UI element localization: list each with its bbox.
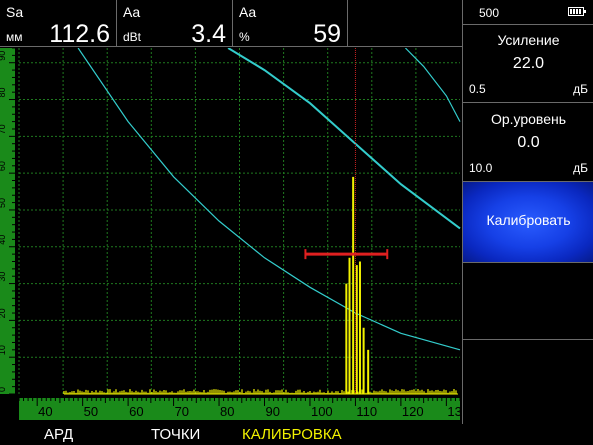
tab-ard[interactable]: АРД: [44, 426, 73, 443]
amplitude-scale: 0 10 20 30 40 50 60 70 80 90: [0, 48, 15, 395]
tab-calibration[interactable]: КАЛИБРОВКА: [242, 426, 342, 443]
readout-unit: dBt: [123, 30, 142, 44]
amplitude-tick-label: 90: [0, 51, 7, 61]
depth-tick-label: 40: [38, 404, 52, 419]
tab-points[interactable]: ТОЧКИ: [151, 426, 200, 443]
readout-label: Aa: [123, 4, 141, 20]
gain-step: 0.5: [469, 82, 486, 96]
depth-tick-label: 90: [266, 404, 280, 419]
amplitude-tick-label: 20: [0, 308, 7, 318]
noise-baseline: [63, 389, 457, 394]
gain-title: Усиление: [497, 32, 560, 48]
readout-aa-dbt: Aa dBt 3.4: [117, 0, 233, 48]
readout-aa-percent: Aa % 59: [233, 0, 348, 48]
battery-icon: [568, 7, 586, 16]
depth-tick-label: 100: [311, 404, 333, 419]
readout-value: 59: [313, 20, 341, 48]
gain-value: 22.0: [512, 55, 545, 72]
gate[interactable]: [304, 249, 389, 260]
chart-grid: [18, 48, 460, 394]
dac-curves: [77, 48, 461, 351]
amplitude-tick-label: 0: [0, 387, 7, 392]
depth-tick-label: 130: [447, 404, 462, 419]
readout-label: Sa: [6, 4, 24, 20]
depth-tick-label: 60: [129, 404, 143, 419]
depth-tick-label: 70: [175, 404, 189, 419]
settings-panel: 500 Усиление 22.0 0.5 дБ Ор.уровень 0.0 …: [462, 0, 593, 424]
depth-tick-label: 80: [220, 404, 234, 419]
dac-curve: [227, 48, 461, 230]
echo-peaks: [345, 176, 370, 394]
readout-value: 3.4: [191, 20, 226, 48]
status-header: 500: [463, 0, 593, 25]
readouts-bar: Sa мм 112.6 Aa dBt 3.4 Aa % 59: [0, 0, 462, 48]
empty-slot[interactable]: [463, 262, 593, 340]
noise-trace: [63, 389, 458, 395]
header-value: 500: [479, 6, 500, 20]
readout-empty: [348, 0, 462, 47]
ref-level-title: Ор.уровень: [490, 111, 567, 127]
calibrate-label: Калибровать: [486, 212, 571, 228]
amplitude-tick-label: 50: [0, 198, 7, 208]
amplitude-tick-label: 70: [0, 124, 7, 134]
depth-tick-label: 120: [402, 404, 424, 419]
depth-tick-label: 50: [84, 404, 98, 419]
amplitude-tick-label: 80: [0, 88, 7, 98]
tab-bar: АРД ТОЧКИ КАЛИБРОВКА: [0, 424, 593, 445]
amplitude-tick-label: 30: [0, 272, 7, 282]
amplitude-tick-label: 40: [0, 235, 7, 245]
a-scan-chart: 0 10 20 30 40 50 60 70 80 90 40 50 60 70 80 90 100 110 12…: [0, 48, 462, 420]
depth-tick-label: 110: [356, 404, 377, 419]
empty-slot[interactable]: [463, 340, 593, 424]
readout-unit: мм: [6, 30, 23, 44]
readout-unit: %: [239, 30, 250, 44]
readout-label: Aa: [239, 4, 257, 20]
readout-value: 112.6: [49, 20, 110, 48]
dac-curve: [404, 48, 461, 122]
ref-level-unit: дБ: [573, 161, 588, 175]
amplitude-tick-label: 10: [0, 345, 7, 355]
depth-scale: 40 50 60 70 80 90 100 110 120 130: [18, 398, 462, 420]
ref-level-control[interactable]: Ор.уровень 0.0 10.0 дБ: [463, 103, 593, 182]
calibrate-button[interactable]: Калибровать: [463, 182, 593, 263]
amplitude-tick-label: 60: [0, 161, 7, 171]
gain-unit: дБ: [573, 82, 588, 96]
ref-level-value: 0.0: [517, 134, 540, 151]
gain-control[interactable]: Усиление 22.0 0.5 дБ: [463, 24, 593, 103]
readout-sa: Sa мм 112.6: [0, 0, 117, 48]
dac-curve: [77, 48, 461, 351]
ref-level-step: 10.0: [469, 161, 493, 175]
